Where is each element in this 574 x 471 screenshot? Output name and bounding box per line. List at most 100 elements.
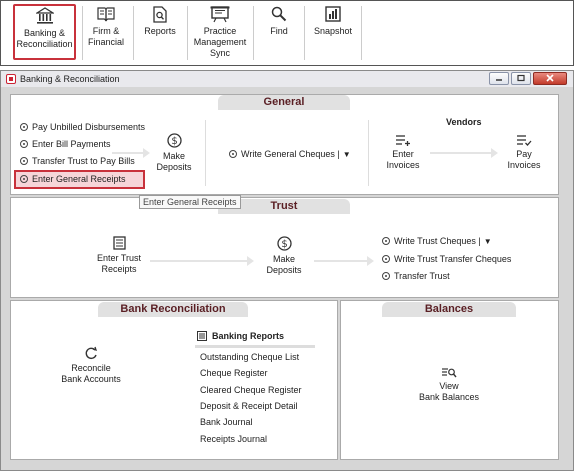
ribbon-divider <box>304 6 305 60</box>
vendors-title: Vendors <box>446 117 482 127</box>
view-bank-balances-button[interactable]: View Bank Balances <box>416 367 482 403</box>
flow-arrow <box>112 148 150 158</box>
window-titlebar[interactable]: Banking & Reconciliation <box>1 71 573 87</box>
add-list-icon <box>382 133 424 146</box>
circle-arrow-icon <box>382 237 390 245</box>
ribbon-reports[interactable]: Reports <box>138 4 182 60</box>
svg-text:$: $ <box>281 239 287 250</box>
banking-reports-title: Banking Reports <box>212 331 285 341</box>
report-link-deposit-receipt-detail[interactable]: Deposit & Receipt Detail <box>200 401 298 411</box>
node-label: Make Deposits <box>266 254 302 275</box>
ribbon-label: Practice Management Sync <box>193 26 247 58</box>
report-icon <box>153 4 167 24</box>
link-label: Write Trust Transfer Cheques <box>394 254 512 264</box>
link-label: Enter General Receipts <box>32 174 126 184</box>
write-general-cheques-link[interactable]: Write General Cheques | ▼ <box>229 149 351 159</box>
refresh-icon <box>58 346 124 360</box>
bank-reconciliation-title: Bank Reconciliation <box>98 302 248 317</box>
circle-arrow-icon <box>20 140 28 148</box>
node-label: Make Deposits <box>156 151 192 172</box>
enter-general-receipts-link[interactable]: Enter General Receipts <box>20 174 126 184</box>
ribbon-label: Find <box>270 26 288 36</box>
view-list-icon <box>416 367 482 378</box>
circle-arrow-icon <box>382 255 390 263</box>
circle-arrow-icon <box>20 175 28 183</box>
ribbon-divider <box>253 6 254 60</box>
ribbon-label: Snapshot <box>313 26 353 36</box>
snapshot-icon <box>325 4 341 24</box>
circle-arrow-icon <box>20 157 28 165</box>
ribbon-divider <box>187 6 188 60</box>
ribbon-label: Banking & Reconciliation <box>16 28 73 49</box>
pay-unbilled-disbursements-link[interactable]: Pay Unbilled Disbursements <box>20 122 145 132</box>
dollar-coin-icon: $ <box>150 133 198 148</box>
enter-trust-receipts-button[interactable]: Enter Trust Receipts <box>94 236 144 275</box>
check-list-icon <box>503 133 545 146</box>
write-trust-cheques-link[interactable]: Write Trust Cheques | ▼ <box>382 236 492 246</box>
enter-invoices-button[interactable]: Enter Invoices <box>382 133 424 171</box>
ribbon-practice-management-sync[interactable]: Practice Management Sync <box>189 4 251 60</box>
link-label: Write General Cheques | <box>241 149 340 159</box>
enter-bill-payments-link[interactable]: Enter Bill Payments <box>20 139 111 149</box>
ribbon-banking-reconciliation[interactable]: Banking & Reconciliation <box>13 4 76 60</box>
ribbon-find[interactable]: Find <box>259 4 299 60</box>
search-icon <box>271 4 287 24</box>
ribbon-label: Reports <box>144 26 176 36</box>
link-label: Transfer Trust <box>394 271 450 281</box>
restore-icon <box>517 74 525 82</box>
report-list-icon <box>197 331 207 341</box>
minimize-button[interactable] <box>489 72 509 85</box>
ribbon-divider <box>133 6 134 60</box>
book-icon <box>97 4 115 24</box>
tooltip: Enter General Receipts <box>139 195 241 209</box>
pay-invoices-button[interactable]: Pay Invoices <box>503 133 545 171</box>
banking-reports-header: Banking Reports <box>197 331 284 341</box>
write-trust-transfer-cheques-link[interactable]: Write Trust Transfer Cheques <box>382 254 511 264</box>
minimize-icon <box>496 79 502 81</box>
flow-arrow <box>314 256 374 266</box>
window-app-icon <box>6 74 16 84</box>
node-label: View Bank Balances <box>418 381 480 402</box>
window-title: Banking & Reconciliation <box>20 74 120 84</box>
node-label: Reconcile Bank Accounts <box>61 363 121 384</box>
balances-title: Balances <box>382 302 516 317</box>
dollar-coin-icon: $ <box>262 236 306 251</box>
circle-arrow-icon <box>382 272 390 280</box>
close-icon <box>546 74 554 82</box>
node-label: Enter Invoices <box>386 149 420 170</box>
svg-text:$: $ <box>171 136 177 147</box>
report-link-receipts-journal[interactable]: Receipts Journal <box>200 434 267 444</box>
ribbon-divider <box>361 6 362 60</box>
reports-underline <box>195 345 315 348</box>
ribbon-label: Firm & Financial <box>87 26 125 47</box>
section-divider <box>205 120 206 186</box>
ribbon-snapshot[interactable]: Snapshot <box>308 4 358 60</box>
node-label: Pay Invoices <box>507 149 541 170</box>
link-label: Enter Bill Payments <box>32 139 111 149</box>
link-label: Transfer Trust to Pay Bills <box>32 156 135 166</box>
make-deposits-trust-button[interactable]: $ Make Deposits <box>262 236 306 276</box>
report-link-cheque-register[interactable]: Cheque Register <box>200 368 268 378</box>
flow-arrow <box>430 148 498 158</box>
report-link-cleared-cheque-register[interactable]: Cleared Cheque Register <box>200 385 302 395</box>
close-button[interactable] <box>533 72 567 85</box>
transfer-trust-to-pay-bills-link[interactable]: Transfer Trust to Pay Bills <box>20 156 135 166</box>
receipt-list-icon <box>94 236 144 250</box>
transfer-trust-link[interactable]: Transfer Trust <box>382 271 450 281</box>
ribbon-divider <box>82 6 83 60</box>
ribbon-firm-financial[interactable]: Firm & Financial <box>85 4 127 60</box>
reconcile-bank-accounts-button[interactable]: Reconcile Bank Accounts <box>58 346 124 385</box>
link-label: Write Trust Cheques | <box>394 236 481 246</box>
bank-icon <box>35 6 54 26</box>
general-title: General <box>218 95 350 110</box>
dropdown-arrow-icon[interactable]: ▼ <box>484 237 492 246</box>
circle-arrow-icon <box>20 123 28 131</box>
make-deposits-general-button[interactable]: $ Make Deposits <box>150 133 198 173</box>
report-link-outstanding-cheque-list[interactable]: Outstanding Cheque List <box>200 352 299 362</box>
restore-button[interactable] <box>511 72 531 85</box>
flow-arrow <box>150 256 254 266</box>
dropdown-arrow-icon[interactable]: ▼ <box>343 150 351 159</box>
section-divider <box>368 120 369 186</box>
report-link-bank-journal[interactable]: Bank Journal <box>200 417 253 427</box>
circle-arrow-icon <box>229 150 237 158</box>
